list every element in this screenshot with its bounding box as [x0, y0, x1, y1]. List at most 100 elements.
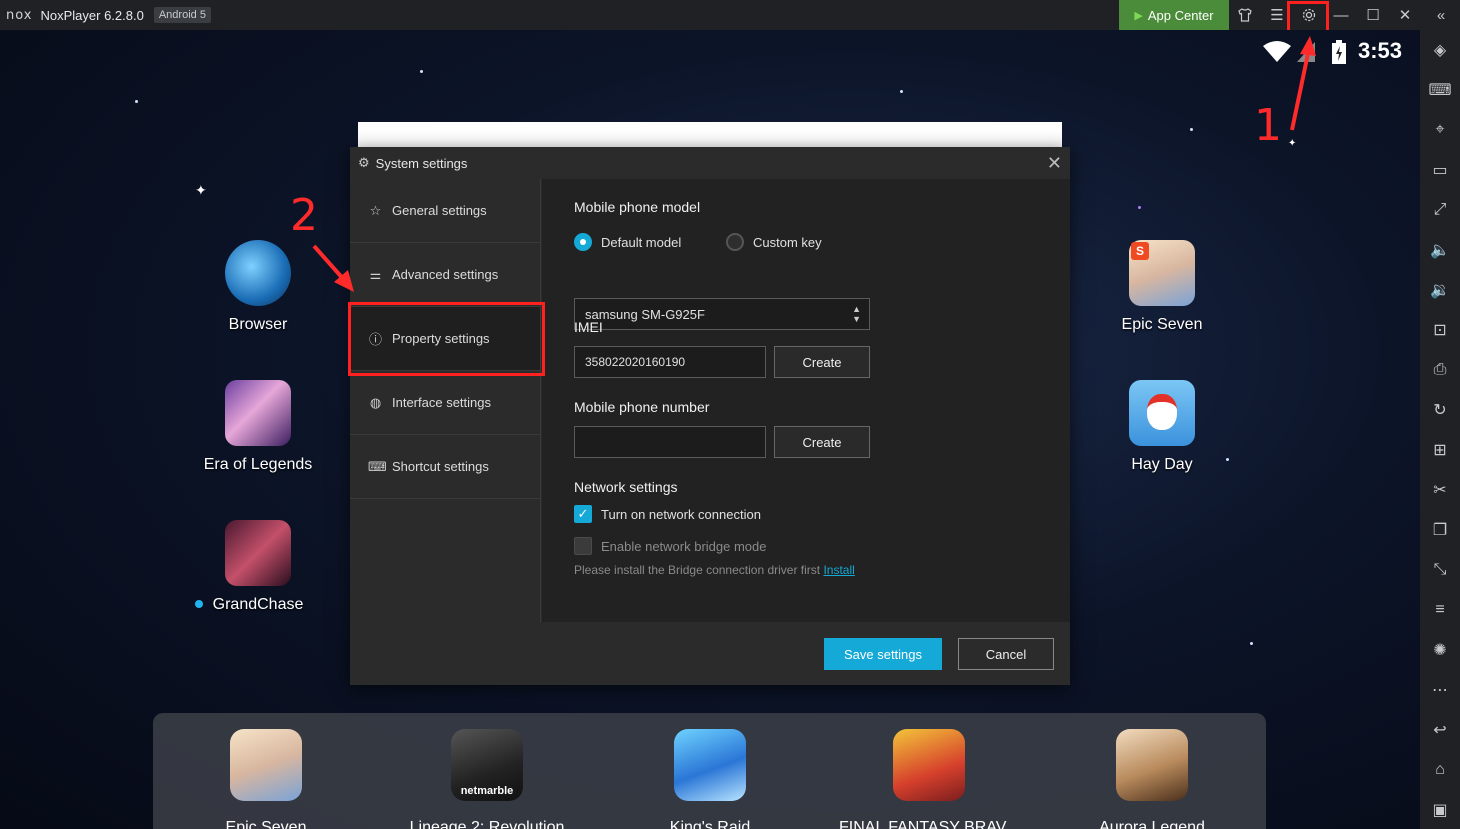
play-store-icon: ▶ [1134, 9, 1143, 22]
lineage2-icon: netmarble [451, 729, 523, 801]
property-settings-panel: Mobile phone model Default model Custom … [542, 179, 1070, 622]
annotation-arrow-1 [1282, 30, 1322, 145]
app-title: NoxPlayer 6.2.8.0 [40, 7, 144, 23]
app-center-button[interactable]: ▶ App Center [1119, 0, 1229, 30]
checkbox-label: Enable network bridge mode [601, 538, 767, 554]
desktop-app-browser[interactable]: Browser [198, 240, 318, 334]
sidebar-item-advanced[interactable]: ⚌ Advanced settings [350, 243, 540, 307]
battery-icon [1331, 40, 1347, 69]
keyboard-icon: ⌨ [368, 458, 387, 474]
list-icon[interactable]: ≡ [1420, 596, 1460, 624]
desktop-app-epic-seven[interactable]: S Epic Seven [1102, 240, 1222, 334]
settings-sidebar: ☆ General settings ⚌ Advanced settings ⓘ… [350, 179, 541, 622]
desktop-app-grandchase[interactable]: GrandChase [198, 520, 318, 614]
home-icon[interactable]: ⌂ [1420, 756, 1460, 784]
dialog-close-icon[interactable]: ✕ [1047, 153, 1062, 174]
refresh-icon[interactable]: ↻ [1420, 396, 1460, 424]
google-search-bar[interactable] [358, 122, 1062, 148]
maximize-icon[interactable]: ☐ [1358, 0, 1388, 30]
phone-number-create-button[interactable]: Create [774, 426, 870, 458]
sidebar-item-label: Interface settings [392, 395, 491, 410]
volume-down-icon[interactable]: 🔉 [1420, 276, 1460, 304]
minimize-icon[interactable]: — [1326, 0, 1356, 30]
recent-apps-icon[interactable]: ▣ [1420, 796, 1460, 824]
printer-icon[interactable]: ⎙ [1420, 356, 1460, 384]
radio-default-model[interactable]: Default model [574, 233, 681, 251]
dock-app-lineage2[interactable]: netmarble Lineage 2: Revolution [397, 729, 577, 829]
cancel-button[interactable]: Cancel [958, 638, 1054, 670]
more-icon[interactable]: ⋯ [1420, 676, 1460, 704]
status-clock: 3:53 [1358, 38, 1403, 63]
screenshot-icon[interactable]: ⊡ [1420, 316, 1460, 344]
sidebar-item-general[interactable]: ☆ General settings [350, 179, 540, 243]
sidebar-item-shortcut[interactable]: ⌨ Shortcut settings [350, 435, 540, 499]
grandchase-icon [225, 520, 291, 586]
scissors-icon[interactable]: ✂ [1420, 476, 1460, 504]
sidebar-item-label: Advanced settings [392, 267, 499, 282]
note-text: Please install the Bridge connection dri… [574, 563, 824, 577]
back-icon[interactable]: ↩ [1420, 716, 1460, 744]
app-label: Era of Legends [203, 456, 313, 473]
save-settings-button[interactable]: Save settings [824, 638, 942, 670]
era-of-legends-icon [225, 380, 291, 446]
settings-gear-icon: ⚙ [358, 155, 370, 170]
sidebar-item-label: General settings [392, 203, 487, 218]
desktop-app-hay-day[interactable]: Hay Day [1102, 380, 1222, 474]
checkbox-empty-icon [574, 537, 592, 555]
nox-logo: nox [6, 7, 33, 23]
rotate-screen-icon[interactable]: ◈ [1420, 36, 1460, 64]
star-dot [135, 100, 138, 103]
netmarble-logo: netmarble [460, 785, 514, 797]
screen-icon[interactable]: ▭ [1420, 156, 1460, 184]
annotation-number-2: 2 [290, 190, 318, 241]
loading-icon[interactable]: ✺ [1420, 636, 1460, 664]
collapse-sidebar-icon[interactable]: « [1426, 0, 1456, 30]
apk-install-icon[interactable]: ⊞ [1420, 436, 1460, 464]
app-label: Epic Seven [1121, 316, 1203, 333]
phone-model-select[interactable]: samsung SM-G925F ▲ ▼ [574, 298, 870, 330]
phone-number-section-title: Mobile phone number [574, 399, 710, 415]
android-version-badge: Android 5 [153, 7, 211, 23]
theme-shirt-icon[interactable] [1230, 0, 1260, 30]
radio-custom-key[interactable]: Custom key [726, 233, 822, 251]
app-label: FINAL FANTASY BRAV… [839, 819, 1023, 829]
phone-number-field[interactable] [574, 426, 766, 458]
title-bar: nox NoxPlayer 6.2.8.0 Android 5 ▶ App Ce… [0, 0, 1460, 30]
desktop-app-era-of-legends[interactable]: Era of Legends [198, 380, 318, 474]
select-arrows-icon: ▲ ▼ [852, 304, 861, 324]
dock-app-ffbe[interactable]: FINAL FANTASY BRAV… [839, 729, 1023, 829]
close-window-icon[interactable]: ✕ [1390, 0, 1420, 30]
dialog-header: ⚙ System settings [350, 147, 1070, 179]
epic-seven-icon: S [1129, 240, 1195, 306]
keyboard-icon[interactable]: ⌨ [1420, 76, 1460, 104]
dialog-footer: Save settings Cancel [350, 622, 1070, 685]
network-bridge-checkbox[interactable]: Enable network bridge mode [574, 537, 767, 555]
radio-label: Default model [601, 234, 682, 250]
bridge-driver-note: Please install the Bridge connection dri… [574, 563, 855, 577]
radio-label: Custom key [753, 234, 822, 250]
browser-globe-icon [225, 240, 291, 306]
dock-app-epic-seven[interactable]: Epic Seven [176, 729, 356, 829]
location-icon[interactable]: ⌖ [1420, 116, 1460, 144]
dock-app-aurora-legend[interactable]: Aurora Legend [1062, 729, 1242, 829]
dock-app-kings-raid[interactable]: King's Raid [620, 729, 800, 829]
star-decoration: ✦ [195, 182, 207, 198]
imei-create-button[interactable]: Create [774, 346, 870, 378]
volume-up-icon[interactable]: 🔈 [1420, 236, 1460, 264]
sidebar-item-interface[interactable]: ◍ Interface settings [350, 371, 540, 435]
resize-icon[interactable]: ⤡ [1420, 556, 1460, 584]
fullscreen-icon[interactable]: ⤢ [1420, 196, 1460, 224]
ffbe-icon [893, 729, 965, 801]
star-dot [1190, 128, 1193, 131]
sliders-icon: ⚌ [369, 266, 382, 282]
star-dot [900, 90, 903, 93]
app-label: Epic Seven [225, 819, 307, 829]
app-label: Browser [228, 316, 288, 333]
network-connection-checkbox[interactable]: ✓ Turn on network connection [574, 505, 761, 523]
multi-instance-icon[interactable]: ❐ [1420, 516, 1460, 544]
dialog-title: System settings [375, 155, 468, 171]
imei-section-title: IMEI [574, 319, 603, 335]
install-link[interactable]: Install [823, 563, 854, 577]
new-app-dot [195, 600, 203, 608]
imei-field[interactable]: 358022020160190 [574, 346, 766, 378]
